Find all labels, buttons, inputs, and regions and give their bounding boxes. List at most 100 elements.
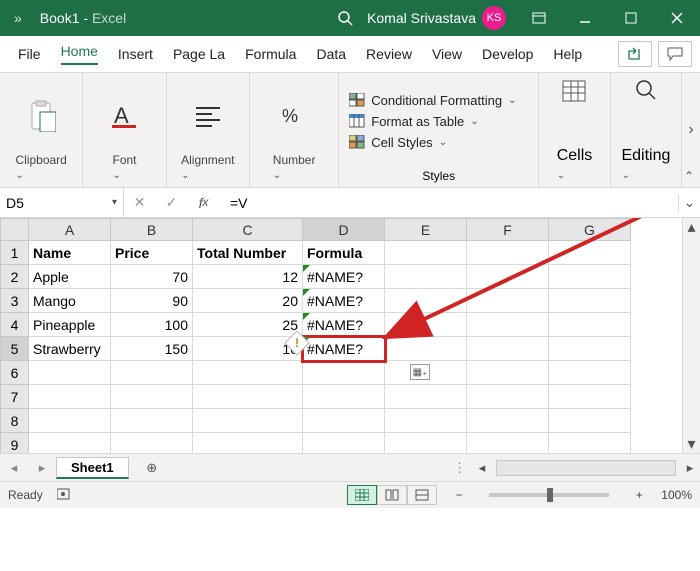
horizontal-scrollbar[interactable]: ⋮ ◂ ▸ [453,454,700,481]
cells-button[interactable] [561,79,587,108]
maximize-button[interactable] [608,0,654,36]
row-header-9[interactable]: 9 [1,433,29,455]
user-avatar[interactable]: KS [482,6,506,30]
row-header-3[interactable]: 3 [1,289,29,313]
chevron-down-icon[interactable]: ⌄ [15,170,23,181]
col-header-D[interactable]: D [303,219,385,241]
share-button[interactable] [618,41,652,67]
user-name[interactable]: Komal Srivastava [367,10,476,26]
cell-A4[interactable]: Pineapple [29,313,111,337]
cell-B3[interactable]: 90 [111,289,193,313]
row-header-6[interactable]: 6 [1,361,29,385]
number-button[interactable]: % [280,79,308,153]
col-header-G[interactable]: G [549,219,631,241]
insert-function-button[interactable]: fx [188,188,220,217]
quick-access-chevron-icon[interactable]: » [0,10,36,26]
cell-E1[interactable] [385,241,467,265]
view-page-break-button[interactable] [407,485,437,505]
cell-G1[interactable] [549,241,631,265]
name-box[interactable]: D5▾ [0,188,124,217]
cell-C4[interactable]: 25 [193,313,303,337]
cell-E5[interactable] [385,337,467,361]
row-header-8[interactable]: 8 [1,409,29,433]
row-header-2[interactable]: 2 [1,265,29,289]
tab-page-layout[interactable]: Page La [163,36,235,72]
tab-home[interactable]: Home [51,36,108,72]
tab-review[interactable]: Review [356,36,422,72]
sheet-tab-sheet1[interactable]: Sheet1 [56,457,129,479]
col-header-A[interactable]: A [29,219,111,241]
col-header-C[interactable]: C [193,219,303,241]
comments-button[interactable] [658,41,692,67]
row-header-5[interactable]: 5 [1,337,29,361]
cell-A1[interactable]: Name [29,241,111,265]
row-header-7[interactable]: 7 [1,385,29,409]
chevron-down-icon[interactable]: ⌄ [557,170,565,181]
cell-B2[interactable]: 70 [111,265,193,289]
formula-input[interactable]: =V [220,195,678,211]
view-normal-button[interactable] [347,485,377,505]
cell-D3[interactable]: #NAME? [303,289,385,313]
zoom-level[interactable]: 100% [661,488,692,502]
cell-A3[interactable]: Mango [29,289,111,313]
cell-C2[interactable]: 12 [193,265,303,289]
cell-C1[interactable]: Total Number [193,241,303,265]
tab-help[interactable]: Help [543,36,592,72]
zoom-in-button[interactable]: + [631,488,647,502]
select-all-button[interactable] [1,219,29,241]
view-page-layout-button[interactable] [377,485,407,505]
new-sheet-button[interactable]: ⊕ [137,458,167,478]
scroll-left-icon[interactable]: ◂ [472,460,492,476]
tab-file[interactable]: File [8,36,51,72]
close-button[interactable] [654,0,700,36]
zoom-slider[interactable] [489,493,609,497]
cell-D4[interactable]: #NAME? [303,313,385,337]
row-header-4[interactable]: 4 [1,313,29,337]
expand-formula-bar[interactable]: ⌄ [678,194,700,211]
cell-B5[interactable]: 150 [111,337,193,361]
cell-styles-button[interactable]: Cell Styles ⌄ [349,135,528,150]
format-as-table-button[interactable]: Format as Table ⌄ [349,114,528,129]
cell-F5[interactable] [467,337,549,361]
col-header-F[interactable]: F [467,219,549,241]
autofill-options-button[interactable]: ▦₊ [410,364,430,380]
cell-B4[interactable]: 100 [111,313,193,337]
cell-A5[interactable]: Strawberry [29,337,111,361]
scroll-up-icon[interactable]: ▴ [683,218,700,236]
scroll-down-icon[interactable]: ▾ [683,435,700,453]
chevron-down-icon[interactable]: ⌄ [181,170,189,181]
tab-developer[interactable]: Develop [472,36,543,72]
row-header-1[interactable]: 1 [1,241,29,265]
cancel-formula-button[interactable]: ✕ [124,188,156,217]
chevron-down-icon[interactable]: ⌄ [112,170,120,181]
prev-sheet-button[interactable]: ◂ [0,460,28,476]
scroll-right-icon[interactable]: ▸ [680,460,700,476]
col-header-B[interactable]: B [111,219,193,241]
cell-D1[interactable]: Formula [303,241,385,265]
col-header-E[interactable]: E [385,219,467,241]
tab-data[interactable]: Data [306,36,356,72]
cell-G3[interactable] [549,289,631,313]
cell-D5[interactable]: #NAME? [303,337,385,361]
worksheet-grid[interactable]: A B C D E F G 1 Name Price Total Number … [0,218,700,454]
cell-E4[interactable] [385,313,467,337]
search-icon[interactable] [337,10,353,26]
enter-formula-button[interactable]: ✓ [156,188,188,217]
editing-button[interactable] [635,79,657,106]
cell-G2[interactable] [549,265,631,289]
chevron-down-icon[interactable]: ⌄ [273,170,281,181]
font-button[interactable]: A [110,79,138,153]
cell-F4[interactable] [467,313,549,337]
collapse-ribbon-icon[interactable]: ⌃ [684,169,694,183]
cell-F2[interactable] [467,265,549,289]
chevron-down-icon[interactable]: ⌄ [621,170,629,181]
tab-insert[interactable]: Insert [108,36,163,72]
cell-F3[interactable] [467,289,549,313]
tab-formulas[interactable]: Formula [235,36,306,72]
vertical-scrollbar[interactable]: ▴ ▾ [682,218,700,453]
cell-G4[interactable] [549,313,631,337]
alignment-button[interactable] [194,79,222,153]
tab-view[interactable]: View [422,36,472,72]
paste-button[interactable] [26,79,56,153]
cell-E3[interactable] [385,289,467,313]
